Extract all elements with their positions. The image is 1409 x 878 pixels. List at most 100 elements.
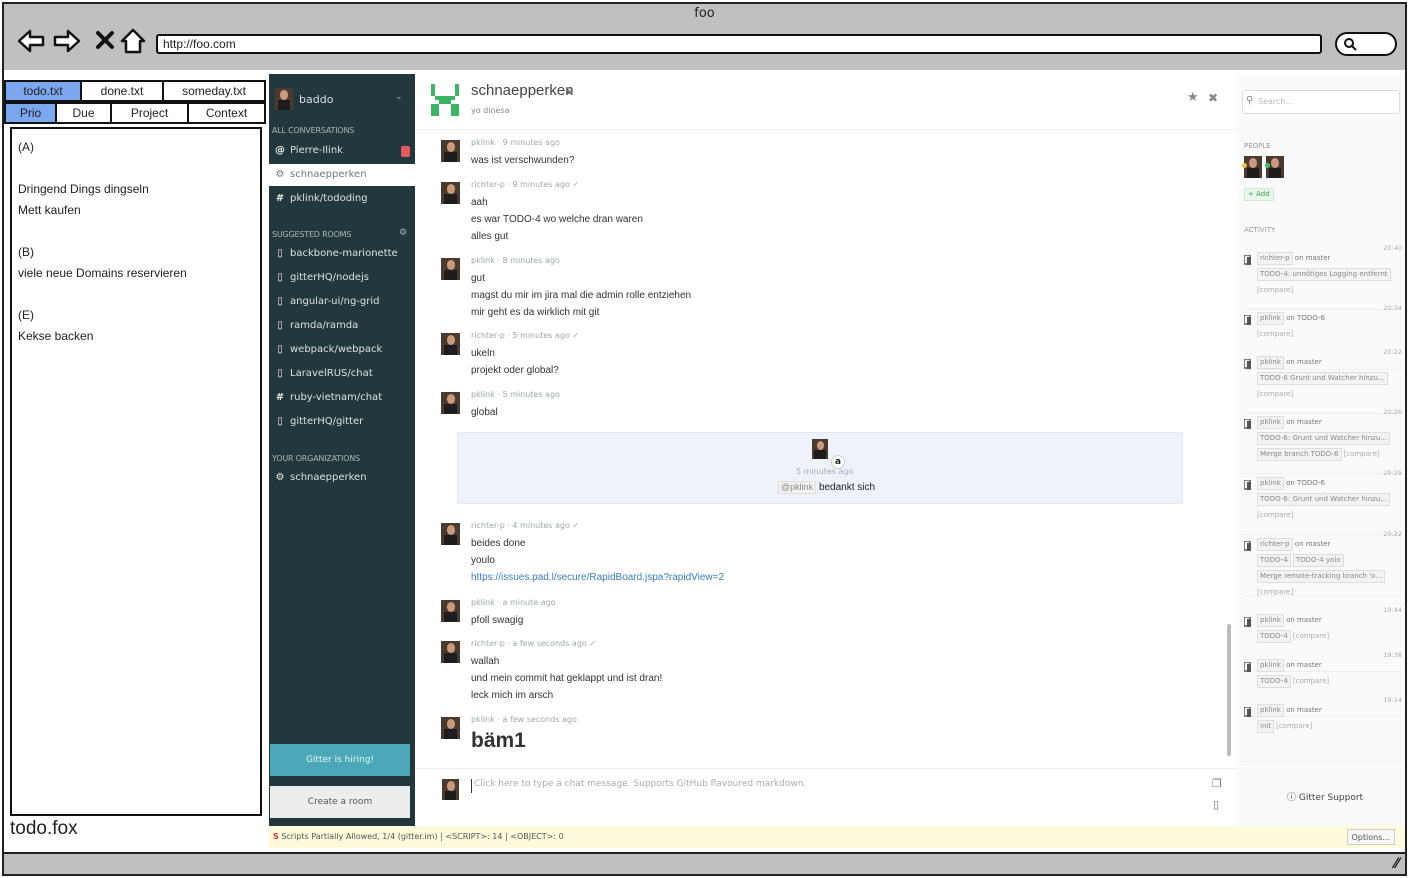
- commit-chip[interactable]: init: [1257, 720, 1275, 733]
- tab-someday-txt[interactable]: someday.txt: [164, 82, 264, 100]
- message-author[interactable]: pklink: [471, 715, 495, 724]
- message-author[interactable]: richter-p: [471, 180, 505, 189]
- repo-icon: ▯: [277, 416, 283, 427]
- avatar[interactable]: [1244, 156, 1262, 178]
- sidebar-item-suggested[interactable]: ▯ angular-ui/ng-grid: [269, 291, 415, 313]
- settings-icon[interactable]: ⚙: [399, 228, 407, 238]
- commit-chip[interactable]: TODO-4: [1257, 554, 1291, 567]
- message-author[interactable]: richter-p: [471, 331, 505, 340]
- room-search-field[interactable]: ⚲ Search...: [1242, 90, 1400, 114]
- activity-user[interactable]: richter-p: [1257, 538, 1293, 551]
- sidebar-item-suggested[interactable]: ▯ LaravelRUS/chat: [269, 363, 415, 385]
- compare-link[interactable]: [compare]: [1257, 286, 1293, 294]
- options-button[interactable]: Options...: [1346, 829, 1395, 845]
- back-arrow-icon[interactable]: [16, 26, 46, 56]
- message-link[interactable]: https://issues.pad.l/secure/RapidBoard.j…: [471, 569, 724, 586]
- compare-link[interactable]: [compare]: [1257, 330, 1293, 338]
- list-item[interactable]: (E): [18, 305, 254, 326]
- message-author[interactable]: pklink: [471, 256, 495, 265]
- activity-user[interactable]: pklink: [1257, 659, 1284, 672]
- activity-user[interactable]: pklink: [1257, 614, 1284, 627]
- message-author[interactable]: richter-p: [471, 521, 505, 530]
- list-item[interactable]: Dringend Dings dingseln: [18, 179, 254, 200]
- sidebar-item-suggested[interactable]: ▯ ramda/ramda: [269, 315, 415, 337]
- compare-link[interactable]: [compare]: [1276, 722, 1312, 730]
- sidebar-item-conversation[interactable]: ⚙ schnaepperken: [269, 164, 415, 186]
- activity-user[interactable]: pklink: [1257, 416, 1284, 429]
- home-icon[interactable]: [118, 26, 148, 56]
- compare-link[interactable]: [compare]: [1293, 632, 1329, 640]
- list-item[interactable]: (A): [18, 137, 254, 158]
- sidebar-item-conversation[interactable]: @ Pierre-Ilink: [269, 140, 415, 162]
- compare-link[interactable]: [compare]: [1257, 511, 1293, 519]
- activity-user[interactable]: pklink: [1257, 704, 1284, 717]
- tab-due[interactable]: Due: [57, 104, 112, 122]
- commit-chip[interactable]: Merge branch TODO-6: [1257, 448, 1342, 461]
- commit-chip[interactable]: TODO-4: unnötiges Logging entfernt: [1257, 268, 1391, 281]
- message-author[interactable]: pklink: [471, 138, 495, 147]
- activity-user[interactable]: richter-p: [1257, 252, 1293, 265]
- list-item[interactable]: [18, 284, 254, 305]
- message-author[interactable]: richter-p: [471, 639, 505, 648]
- sidebar-item-conversation[interactable]: # pklink/tododing: [269, 188, 415, 210]
- commit-chip[interactable]: TODO-4: [1257, 675, 1291, 688]
- stop-x-icon[interactable]: [90, 26, 114, 56]
- sidebar-item-suggested[interactable]: ▯ gitterHQ/gitter: [269, 411, 415, 433]
- compare-link[interactable]: [compare]: [1257, 588, 1293, 596]
- mention-chip[interactable]: @pklink: [778, 481, 817, 494]
- tab-prio[interactable]: Prio: [6, 104, 57, 122]
- chat-message-input[interactable]: Click here to type a chat message. Suppo…: [471, 779, 1191, 793]
- compare-link[interactable]: [compare]: [1257, 390, 1293, 398]
- commit-chip[interactable]: TODO-4 yolo: [1292, 554, 1344, 567]
- list-item[interactable]: viele neue Domains reservieren: [18, 263, 254, 284]
- message-author[interactable]: pklink: [471, 598, 495, 607]
- list-item[interactable]: [18, 221, 254, 242]
- sidebar-item-suggested[interactable]: ▯ gitterHQ/nodejs: [269, 267, 415, 289]
- people-heading: PEOPLE: [1244, 142, 1271, 150]
- browser-search-field[interactable]: [1335, 32, 1397, 56]
- activity-headline: pklink on master: [1257, 702, 1397, 718]
- gitter-hiring-button[interactable]: Gitter is hiring!: [270, 744, 410, 776]
- activity-user[interactable]: pklink: [1257, 477, 1284, 490]
- commit-chip[interactable]: TODO-4: [1257, 630, 1291, 643]
- noscript-icon[interactable]: S: [273, 826, 279, 848]
- activity-user[interactable]: pklink: [1257, 356, 1284, 369]
- commit-chip[interactable]: TODO-6 Grunt und Watcher hinzu...: [1257, 372, 1388, 385]
- list-item[interactable]: Kekse backen: [18, 326, 254, 347]
- sidebar-item-suggested[interactable]: # ruby-vietnam/chat: [269, 387, 415, 409]
- sidebar-item-suggested[interactable]: ▯ backbone-marionette: [269, 243, 415, 265]
- forward-arrow-icon[interactable]: [52, 26, 82, 56]
- document-icon[interactable]: ▯: [1213, 798, 1219, 811]
- tab-todo-txt[interactable]: todo.txt: [6, 82, 82, 100]
- sidebar-item-suggested[interactable]: ▯ webpack/webpack: [269, 339, 415, 361]
- user-menu[interactable]: baddo ⌄: [269, 80, 415, 120]
- sidebar-item-label: LaravelRUS/chat: [290, 368, 373, 379]
- commit-chip[interactable]: Merge remote-tracking branch 'o...: [1257, 570, 1385, 583]
- tab-project[interactable]: Project: [112, 104, 189, 122]
- compare-link[interactable]: [compare]: [1293, 677, 1329, 685]
- list-item[interactable]: [18, 158, 254, 179]
- tools-icon[interactable]: ✖: [1208, 91, 1218, 105]
- sidebar-item-org[interactable]: ⚙ schnaepperken: [269, 467, 415, 489]
- list-item[interactable]: Mett kaufen: [18, 200, 254, 221]
- room-search-placeholder: Search...: [1258, 97, 1294, 106]
- message-body: was ist verschwunden?: [471, 152, 574, 169]
- commit-chip[interactable]: TODO-6: Grunt und Watcher hinzu...: [1257, 493, 1390, 506]
- resize-grip-icon[interactable]: ⁄⁄: [1394, 856, 1399, 872]
- chat-scrollbar[interactable]: [1227, 624, 1231, 756]
- gitter-support-link[interactable]: ⓘ Gitter Support: [1287, 790, 1363, 803]
- url-input[interactable]: http://foo.com: [156, 34, 1322, 54]
- commit-chip[interactable]: TODO-6: Grunt und Watcher hinzu...: [1257, 432, 1390, 445]
- list-item[interactable]: (B): [18, 242, 254, 263]
- star-icon[interactable]: ★: [1187, 90, 1199, 105]
- tab-context[interactable]: Context: [189, 104, 264, 122]
- message-author[interactable]: pklink: [471, 390, 495, 399]
- chat-bubbles-icon[interactable]: ❐: [1212, 777, 1222, 790]
- add-people-button[interactable]: + Add: [1244, 188, 1274, 201]
- todo-list[interactable]: (A) Dringend Dings dingseln Mett kaufen …: [10, 127, 262, 816]
- activity-user[interactable]: pklink: [1257, 312, 1284, 325]
- compare-link[interactable]: [compare]: [1344, 450, 1380, 458]
- avatar: [441, 392, 460, 414]
- tab-done-txt[interactable]: done.txt: [82, 82, 164, 100]
- create-room-button[interactable]: Create a room: [270, 786, 410, 818]
